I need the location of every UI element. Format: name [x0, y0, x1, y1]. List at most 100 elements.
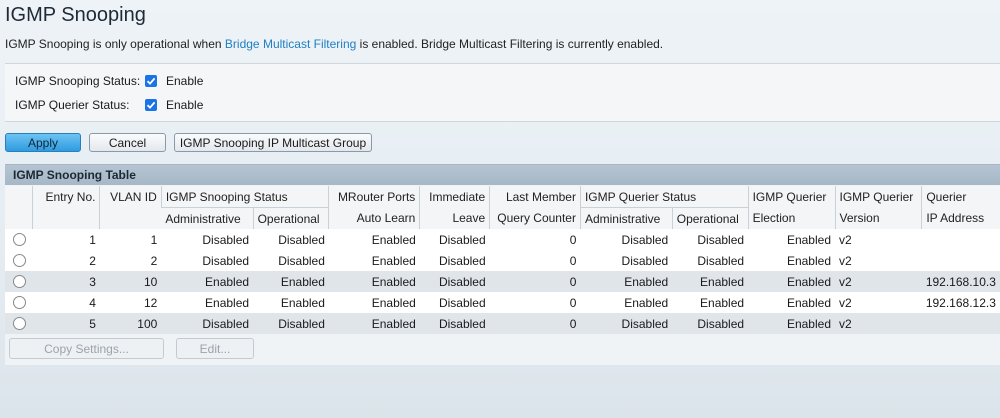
vlan-cell: 10: [99, 271, 162, 292]
page-title: IGMP Snooping: [5, 4, 146, 26]
header-querier-status: IGMP Querier Status: [579, 186, 749, 208]
querier-admin-cell: Enabled: [580, 271, 673, 292]
version-cell: v2: [835, 229, 922, 250]
ip-cell: [921, 229, 1000, 250]
row-radio[interactable]: [13, 254, 26, 267]
header-select: [5, 186, 33, 229]
multicast-group-button[interactable]: IGMP Snooping IP Multicast Group: [174, 133, 372, 152]
header-snoop-administrative: Administrative: [161, 207, 254, 229]
snooping-status-row: IGMP Snooping Status: Enable: [15, 74, 203, 88]
version-cell: v2: [835, 313, 922, 334]
querier-status-label: IGMP Querier Status:: [15, 98, 130, 112]
header-election-2: Election: [747, 207, 835, 229]
vlan-cell: 12: [99, 292, 162, 313]
mrouter-cell: Enabled: [328, 271, 420, 292]
snooping-enable-text: Enable: [166, 74, 204, 88]
election-cell: Enabled: [748, 292, 835, 313]
entry-cell: 3: [32, 271, 100, 292]
querier-status-row: IGMP Querier Status: Enable: [15, 98, 203, 112]
apply-button[interactable]: Apply: [5, 133, 81, 152]
mrouter-cell: Enabled: [328, 229, 420, 250]
table-row[interactable]: 5 100 Disabled Disabled Enabled Disabled…: [5, 313, 1000, 334]
edit-button[interactable]: Edit...: [176, 338, 254, 359]
row-radio[interactable]: [13, 275, 26, 288]
entry-cell: 2: [32, 250, 100, 271]
querier-oper-cell: Enabled: [672, 292, 749, 313]
table-row[interactable]: 4 12 Enabled Enabled Enabled Disabled 0 …: [5, 292, 1000, 313]
vlan-cell: 1: [99, 229, 162, 250]
ip-cell: [921, 250, 1000, 271]
table-row[interactable]: 2 2 Disabled Disabled Enabled Disabled 0…: [5, 250, 1000, 271]
header-querier-administrative: Administrative: [579, 207, 673, 229]
header-entry-no: Entry No.: [32, 186, 100, 229]
check-icon: [146, 101, 156, 109]
table-row[interactable]: 3 10 Enabled Enabled Enabled Disabled 0 …: [5, 271, 1000, 292]
bridge-multicast-filtering-link[interactable]: Bridge Multicast Filtering: [225, 37, 356, 51]
mrouter-cell: Enabled: [328, 292, 420, 313]
querier-oper-cell: Disabled: [672, 229, 749, 250]
row-radio[interactable]: [13, 233, 26, 246]
version-cell: v2: [835, 292, 922, 313]
election-cell: Enabled: [748, 229, 835, 250]
version-cell: v2: [835, 271, 922, 292]
header-mrouter-2: Auto Learn: [328, 207, 420, 229]
header-immediate-2: Leave: [419, 207, 490, 229]
header-mrouter-1: MRouter Ports: [328, 186, 420, 208]
querier-status-checkbox[interactable]: [145, 99, 157, 111]
lmqc-cell: 0: [489, 250, 581, 271]
ip-cell: 192.168.10.3: [921, 271, 1000, 292]
lmqc-cell: 0: [489, 271, 581, 292]
vlan-cell: 2: [99, 250, 162, 271]
header-ip-1: Querier: [921, 186, 1000, 208]
snoop-admin-cell: Enabled: [161, 271, 254, 292]
lmqc-cell: 0: [489, 313, 581, 334]
querier-oper-cell: Disabled: [672, 250, 749, 271]
snooping-table-panel: IGMP Snooping Table Entry No. VLAN ID IG…: [5, 164, 1000, 365]
entry-cell: 4: [32, 292, 100, 313]
ip-cell: [921, 313, 1000, 334]
snoop-admin-cell: Disabled: [161, 313, 254, 334]
snooping-status-checkbox[interactable]: [145, 75, 157, 87]
querier-oper-cell: Enabled: [672, 271, 749, 292]
mrouter-cell: Enabled: [328, 250, 420, 271]
snooping-status-label: IGMP Snooping Status:: [15, 74, 141, 88]
snooping-table: Entry No. VLAN ID IGMP Snooping Status M…: [5, 186, 1000, 334]
table-title: IGMP Snooping Table: [5, 165, 1000, 185]
querier-oper-cell: Disabled: [672, 313, 749, 334]
ip-cell: 192.168.12.3: [921, 292, 1000, 313]
snoop-admin-cell: Disabled: [161, 229, 254, 250]
cancel-button[interactable]: Cancel: [89, 133, 166, 152]
snoop-oper-cell: Enabled: [253, 271, 329, 292]
row-radio[interactable]: [13, 296, 26, 309]
entry-cell: 1: [32, 229, 100, 250]
header-querier-operational: Operational: [671, 207, 749, 229]
election-cell: Enabled: [748, 271, 835, 292]
desc-prefix: IGMP Snooping is only operational when: [5, 37, 225, 51]
version-cell: v2: [835, 250, 922, 271]
querier-admin-cell: Disabled: [580, 250, 673, 271]
header-snoop-operational: Operational: [252, 207, 329, 229]
header-election-1: IGMP Querier: [747, 186, 835, 208]
copy-settings-button[interactable]: Copy Settings...: [9, 338, 164, 359]
desc-suffix: is enabled. Bridge Multicast Filtering i…: [356, 37, 664, 51]
snoop-oper-cell: Disabled: [253, 250, 329, 271]
row-radio[interactable]: [13, 317, 26, 330]
header-vlan-id: VLAN ID: [99, 186, 162, 229]
lmqc-cell: 0: [489, 229, 581, 250]
immediate-cell: Disabled: [419, 229, 490, 250]
header-lastmember-1: Last Member: [489, 186, 581, 208]
header-version-2: Version: [834, 207, 922, 229]
immediate-cell: Disabled: [419, 271, 490, 292]
status-panel: IGMP Snooping Status: Enable IGMP Querie…: [5, 63, 1000, 122]
table-row[interactable]: 1 1 Disabled Disabled Enabled Disabled 0…: [5, 229, 1000, 250]
check-icon: [146, 77, 156, 85]
snoop-admin-cell: Disabled: [161, 250, 254, 271]
immediate-cell: Disabled: [419, 250, 490, 271]
header-ip-2: IP Address: [921, 207, 1000, 229]
immediate-cell: Disabled: [419, 313, 490, 334]
querier-admin-cell: Disabled: [580, 313, 673, 334]
entry-cell: 5: [32, 313, 100, 334]
querier-admin-cell: Disabled: [580, 229, 673, 250]
snoop-oper-cell: Enabled: [253, 292, 329, 313]
querier-enable-text: Enable: [166, 98, 204, 112]
